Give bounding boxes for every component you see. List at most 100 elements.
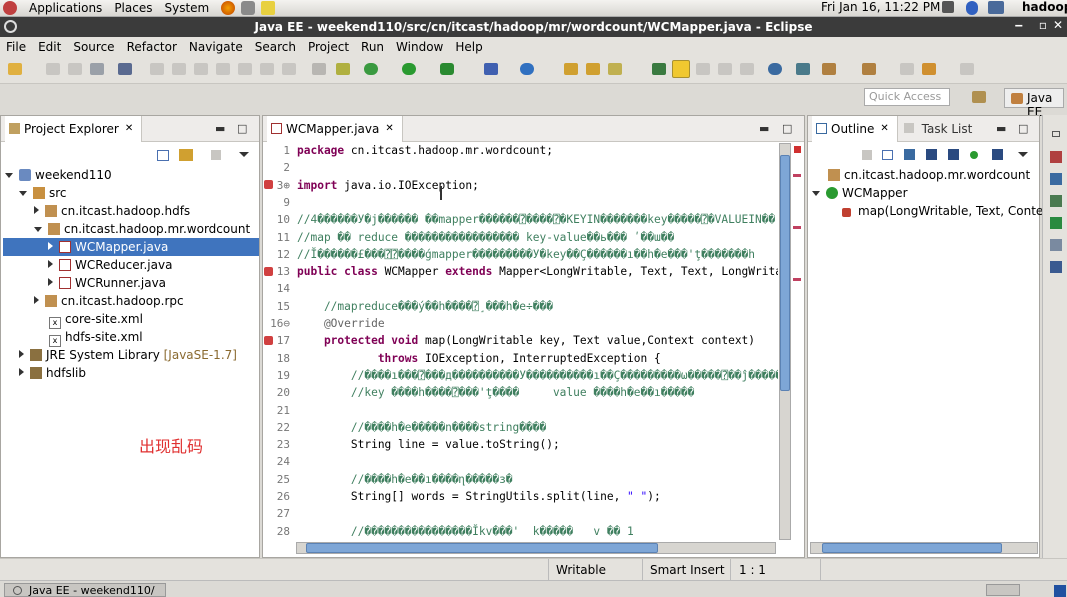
code-line[interactable]: //����������������Ĭkv���' k����� v �� 1 (297, 525, 634, 538)
mail-icon[interactable] (241, 1, 256, 15)
open-perspective-icon[interactable] (972, 91, 986, 103)
code-line[interactable]: //����ı���⍰���д����������У����������ı��Ç… (297, 369, 778, 382)
resume-icon[interactable] (150, 63, 164, 75)
hide-fields-icon[interactable] (926, 149, 937, 160)
prev-annotation-icon[interactable] (822, 63, 836, 75)
maximize-view-icon[interactable]: □ (1018, 122, 1028, 135)
overview-marker[interactable] (793, 278, 801, 281)
toggle-word-wrap-icon[interactable] (696, 63, 710, 75)
last-edit-location-icon[interactable] (862, 63, 876, 75)
toggle-ant-editor-icon[interactable] (652, 63, 666, 75)
print-icon[interactable] (90, 63, 104, 75)
code-line[interactable]: import java.io.IOException; (297, 179, 479, 192)
data-source-view-icon[interactable] (1050, 239, 1062, 251)
web-browser-icon[interactable] (768, 63, 782, 75)
menu-help[interactable]: Help (449, 40, 488, 54)
menu-file[interactable]: File (0, 40, 32, 54)
code-editor[interactable]: 1 package cn.itcast.hadoop.mr.wordcount; 2… (0, 142, 778, 540)
block-selection-icon[interactable] (718, 63, 732, 75)
restore-icon[interactable] (1052, 131, 1060, 137)
perspective-java-ee-button[interactable]: Java EE (1004, 88, 1064, 119)
code-line[interactable]: protected void map(LongWritable key, Tex… (297, 334, 755, 347)
search-icon[interactable] (608, 63, 622, 75)
new-java-class-icon[interactable] (520, 63, 534, 75)
code-line[interactable]: String[] words = StringUtils.split(line,… (297, 490, 661, 503)
menu-project[interactable]: Project (302, 40, 355, 54)
save-icon[interactable] (46, 63, 60, 75)
minimize-icon[interactable]: ‒ (1015, 18, 1023, 32)
console-view-icon[interactable] (1050, 261, 1062, 273)
code-line[interactable]: String line = value.toString(); (297, 438, 560, 451)
firefox-icon[interactable] (221, 1, 236, 15)
menu-search[interactable]: Search (249, 40, 302, 54)
step-into-icon[interactable] (238, 63, 252, 75)
tab-outline[interactable]: Outline ✕ (812, 115, 898, 142)
step-return-icon[interactable] (282, 63, 296, 75)
tab-project-explorer[interactable]: Project Explorer ✕ (5, 115, 143, 142)
network-icon[interactable] (988, 1, 1004, 14)
forward-icon[interactable] (960, 63, 974, 75)
notes-icon[interactable] (261, 1, 276, 15)
hide-nonpublic-icon[interactable] (970, 151, 978, 159)
step-over-icon[interactable] (260, 63, 274, 75)
new-icon[interactable] (8, 63, 22, 75)
outline-item-package[interactable]: cn.itcast.hadoop.mr.wordcount (828, 166, 1030, 184)
menu-source[interactable]: Source (67, 40, 120, 54)
menu-navigate[interactable]: Navigate (183, 40, 249, 54)
menu-refactor[interactable]: Refactor (121, 40, 183, 54)
code-line[interactable]: //4������У�j������ ��mapper������⍰����⍰�… (297, 213, 775, 226)
minimize-view-icon[interactable]: ▬ (759, 122, 769, 135)
code-line[interactable]: //mapreduce���ý��h����⍰˼���h�e÷��� (297, 300, 553, 314)
view-menu-chevron-down-icon[interactable] (1018, 152, 1028, 157)
sync-icon[interactable] (862, 150, 872, 160)
disconnect-icon[interactable] (216, 63, 230, 75)
workspace-indicator-icon[interactable] (1054, 585, 1066, 597)
javadoc-view-icon[interactable] (1050, 173, 1062, 185)
problems-view-icon[interactable] (1050, 151, 1062, 163)
tab-close-icon[interactable]: ✕ (125, 123, 133, 134)
skip-breakpoints-icon[interactable] (118, 63, 132, 75)
back-icon[interactable] (922, 63, 936, 75)
code-line[interactable]: //����h�e��ı����ղ�����з� (297, 473, 513, 486)
minimize-view-icon[interactable]: ▬ (996, 122, 1006, 135)
menu-run[interactable]: Run (355, 40, 390, 54)
outline-item-method[interactable]: map(LongWritable, Text, Context) : (842, 202, 1067, 220)
tab-wcmapper[interactable]: WCMapper.java ✕ (267, 115, 403, 142)
editor-vertical-scroll-thumb[interactable] (780, 155, 790, 391)
collapse-all-icon[interactable] (882, 150, 893, 160)
maximize-view-icon[interactable]: □ (782, 122, 792, 135)
eclipse-logo-icon[interactable] (4, 20, 17, 33)
workspace-switcher[interactable] (986, 584, 1020, 596)
maximize-icon[interactable]: ▫ (1039, 18, 1047, 32)
drop-to-frame-icon[interactable] (312, 63, 326, 75)
code-line[interactable]: //Ĭ������£���⍰⍰����ǵmapper���������У�key… (297, 248, 755, 261)
panel-menu-system[interactable]: System (164, 1, 209, 15)
code-line[interactable]: public class WCMapper extends Mapper<Lon… (297, 265, 778, 278)
overview-marker[interactable] (793, 226, 801, 229)
volume-icon[interactable] (942, 1, 954, 13)
debug-icon[interactable] (364, 63, 378, 75)
menu-window[interactable]: Window (390, 40, 449, 54)
minimize-view-icon[interactable]: ▬ (215, 122, 225, 135)
panel-user[interactable]: hadoop (1022, 0, 1067, 14)
tab-close-icon[interactable]: ✕ (385, 123, 393, 134)
terminate-icon[interactable] (194, 63, 208, 75)
code-line[interactable]: //key ����h����⍰���'ţ���� value ����h�e�… (297, 386, 695, 399)
panel-menu-applications[interactable]: Applications (29, 1, 102, 15)
tab-task-list[interactable]: Task List (903, 122, 972, 136)
code-line[interactable]: //����h�e�����n����string���� (297, 421, 546, 434)
back-disabled-icon[interactable] (900, 63, 914, 75)
quick-access-input[interactable]: Quick Access (864, 88, 950, 106)
save-all-icon[interactable] (68, 63, 82, 75)
panel-menu-places[interactable]: Places (114, 1, 152, 15)
declaration-view-icon[interactable] (1050, 195, 1062, 207)
window-titlebar[interactable]: Java EE - weekend110/src/cn/itcast/hadoo… (0, 17, 1067, 37)
overview-error-icon[interactable] (794, 146, 801, 153)
use-step-filters-icon[interactable] (336, 63, 350, 75)
taskbar-window-button[interactable]: Java EE - weekend110/ (4, 583, 166, 597)
maximize-view-icon[interactable]: □ (237, 122, 247, 135)
editor-horizontal-scroll-thumb[interactable] (306, 543, 658, 553)
bluetooth-icon[interactable] (966, 1, 978, 15)
overview-marker[interactable] (793, 174, 801, 177)
servers-view-icon[interactable] (1050, 217, 1062, 229)
